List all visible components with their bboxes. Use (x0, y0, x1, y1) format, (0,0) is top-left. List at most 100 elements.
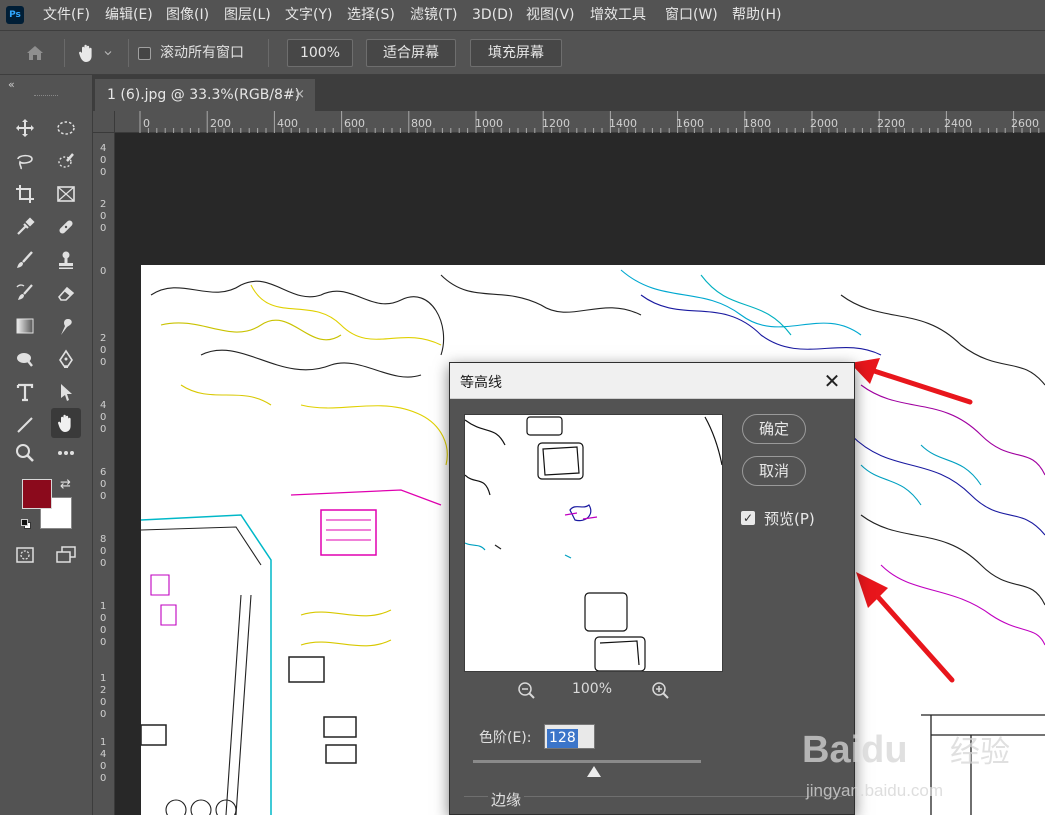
menu-type[interactable]: 文字(Y) (285, 0, 332, 30)
ruler-label: 4 0 0 (100, 400, 107, 435)
ruler-label: 1600 (676, 117, 704, 130)
watermark-brand: Baidu (802, 729, 908, 771)
brush-tool-icon[interactable] (10, 245, 40, 275)
ruler-label: 1800 (743, 117, 771, 130)
menu-file[interactable]: 文件(F) (43, 0, 90, 30)
level-slider-thumb[interactable] (587, 766, 601, 777)
level-value: 128 (547, 729, 578, 748)
frame-tool-icon[interactable] (51, 179, 81, 209)
panel-grip[interactable] (34, 95, 58, 97)
chevron-down-icon[interactable] (100, 38, 116, 68)
document-tab[interactable]: 1 (6).jpg @ 33.3%(RGB/8#) × (95, 79, 315, 111)
options-divider (128, 39, 129, 67)
menu-plugins[interactable]: 增效工具 (590, 0, 646, 30)
level-input[interactable]: 128 (544, 724, 595, 749)
ruler-label: 2 0 0 (100, 333, 107, 368)
ruler-label: 4 0 0 (100, 143, 107, 178)
zoom-tool-icon[interactable] (10, 438, 40, 468)
ruler-label: 400 (277, 117, 298, 130)
find-edges-dialog: 等高线 ✕ 确定 取消 ✓ 预览(P) 100% 色阶(E): 128 边缘 (449, 362, 855, 815)
menu-3d[interactable]: 3D(D) (472, 0, 513, 30)
cancel-button[interactable]: 取消 (742, 456, 806, 486)
eyedropper-tool-icon[interactable] (10, 212, 40, 242)
fill-screen-button[interactable]: 填充屏幕 (470, 39, 562, 67)
zoom-100-button[interactable]: 100% (287, 39, 353, 67)
menu-image[interactable]: 图像(I) (166, 0, 209, 30)
ruler-label: 6 0 0 (100, 467, 107, 502)
ruler-label: 1 4 0 0 (100, 737, 107, 784)
options-divider (268, 39, 269, 67)
quick-selection-tool-icon[interactable] (51, 146, 81, 176)
level-slider-track[interactable] (473, 760, 701, 763)
gradient-tool-icon[interactable] (10, 311, 40, 341)
swap-colors-icon[interactable]: ⇄ (60, 477, 71, 492)
hand-tool-button[interactable] (51, 408, 81, 438)
history-brush-tool-icon[interactable] (10, 278, 40, 308)
type-tool-icon[interactable] (10, 377, 40, 407)
annotation-arrows (850, 358, 973, 683)
clone-stamp-tool-icon[interactable] (51, 245, 81, 275)
ruler-label: 600 (344, 117, 365, 130)
menu-edit[interactable]: 编辑(E) (105, 0, 153, 30)
fit-screen-button[interactable]: 适合屏幕 (366, 39, 456, 67)
healing-brush-tool-icon[interactable] (51, 212, 81, 242)
quick-mask-icon[interactable] (10, 540, 40, 570)
dialog-title: 等高线 (460, 375, 502, 391)
options-bar: 滚动所有窗口 100% 适合屏幕 填充屏幕 (0, 30, 1045, 75)
tools-panel: « ⇄ (0, 75, 93, 815)
vertical-ruler[interactable]: 4 0 0 2 0 0 0 2 0 0 4 0 0 6 0 0 8 0 0 1 … (93, 133, 115, 815)
menu-layer[interactable]: 图层(L) (224, 0, 271, 30)
preview-zoom-level: 100% (571, 681, 613, 697)
preview-label: 预览(P) (764, 510, 815, 528)
horizontal-ruler[interactable]: 0 200 400 600 800 1000 1200 1400 1600 18… (115, 111, 1045, 133)
photoshop-logo-icon: Ps (6, 6, 24, 24)
zoom-out-icon[interactable] (517, 681, 537, 701)
menu-select[interactable]: 选择(S) (347, 0, 395, 30)
menu-help[interactable]: 帮助(H) (732, 0, 781, 30)
close-icon[interactable]: ✕ (820, 369, 844, 393)
ruler-label: 1 2 0 0 (100, 673, 107, 720)
move-tool-icon[interactable] (10, 113, 40, 143)
ruler-origin[interactable] (93, 111, 115, 133)
zoom-in-icon[interactable] (651, 681, 671, 701)
default-colors-icon[interactable] (21, 519, 32, 530)
foreground-color-swatch[interactable] (22, 479, 52, 509)
preview-image (465, 416, 722, 671)
filter-preview[interactable] (464, 414, 723, 672)
ok-button[interactable]: 确定 (742, 414, 806, 444)
foreground-color (23, 480, 51, 508)
baidu-jingyan-watermark: Baidu 经验 jingyan.baidu.com (800, 720, 1040, 815)
ruler-label: 800 (411, 117, 432, 130)
marquee-tool-icon[interactable] (51, 113, 81, 143)
document-tab-bar: 1 (6).jpg @ 33.3%(RGB/8#) × (93, 75, 1045, 111)
ruler-label: 2600 (1011, 117, 1039, 130)
screen-mode-icon[interactable] (51, 540, 81, 570)
collapse-panel-icon[interactable]: « (8, 78, 15, 91)
menu-filter[interactable]: 滤镜(T) (410, 0, 457, 30)
preview-checkbox[interactable]: ✓ (741, 511, 755, 525)
scroll-all-windows-checkbox[interactable] (138, 47, 151, 60)
pen-tool-icon[interactable] (51, 344, 81, 374)
home-icon[interactable] (20, 38, 50, 68)
dodge-tool-icon[interactable] (10, 344, 40, 374)
more-tools-icon[interactable] (51, 438, 81, 468)
menu-window[interactable]: 窗口(W) (665, 0, 718, 30)
path-selection-tool-icon[interactable] (51, 377, 81, 407)
dialog-titlebar[interactable]: 等高线 ✕ (450, 363, 854, 399)
smudge-tool-icon[interactable] (51, 311, 81, 341)
scroll-all-windows-label: 滚动所有窗口 (160, 45, 244, 61)
ruler-label: 0 (100, 266, 107, 277)
horizontal-ruler-ticks (139, 111, 1040, 133)
eraser-tool-icon[interactable] (51, 278, 81, 308)
level-label: 色阶(E): (479, 730, 532, 746)
lasso-tool-icon[interactable] (10, 146, 40, 176)
ruler-label: 2200 (877, 117, 905, 130)
line-tool-icon[interactable] (10, 410, 40, 440)
options-divider (64, 39, 65, 67)
ruler-label: 1 0 0 0 (100, 601, 107, 648)
close-tab-icon[interactable]: × (294, 79, 305, 111)
hand-tool-icon[interactable] (72, 38, 102, 68)
crop-tool-icon[interactable] (10, 179, 40, 209)
ruler-label: 1400 (609, 117, 637, 130)
menu-view[interactable]: 视图(V) (526, 0, 575, 30)
